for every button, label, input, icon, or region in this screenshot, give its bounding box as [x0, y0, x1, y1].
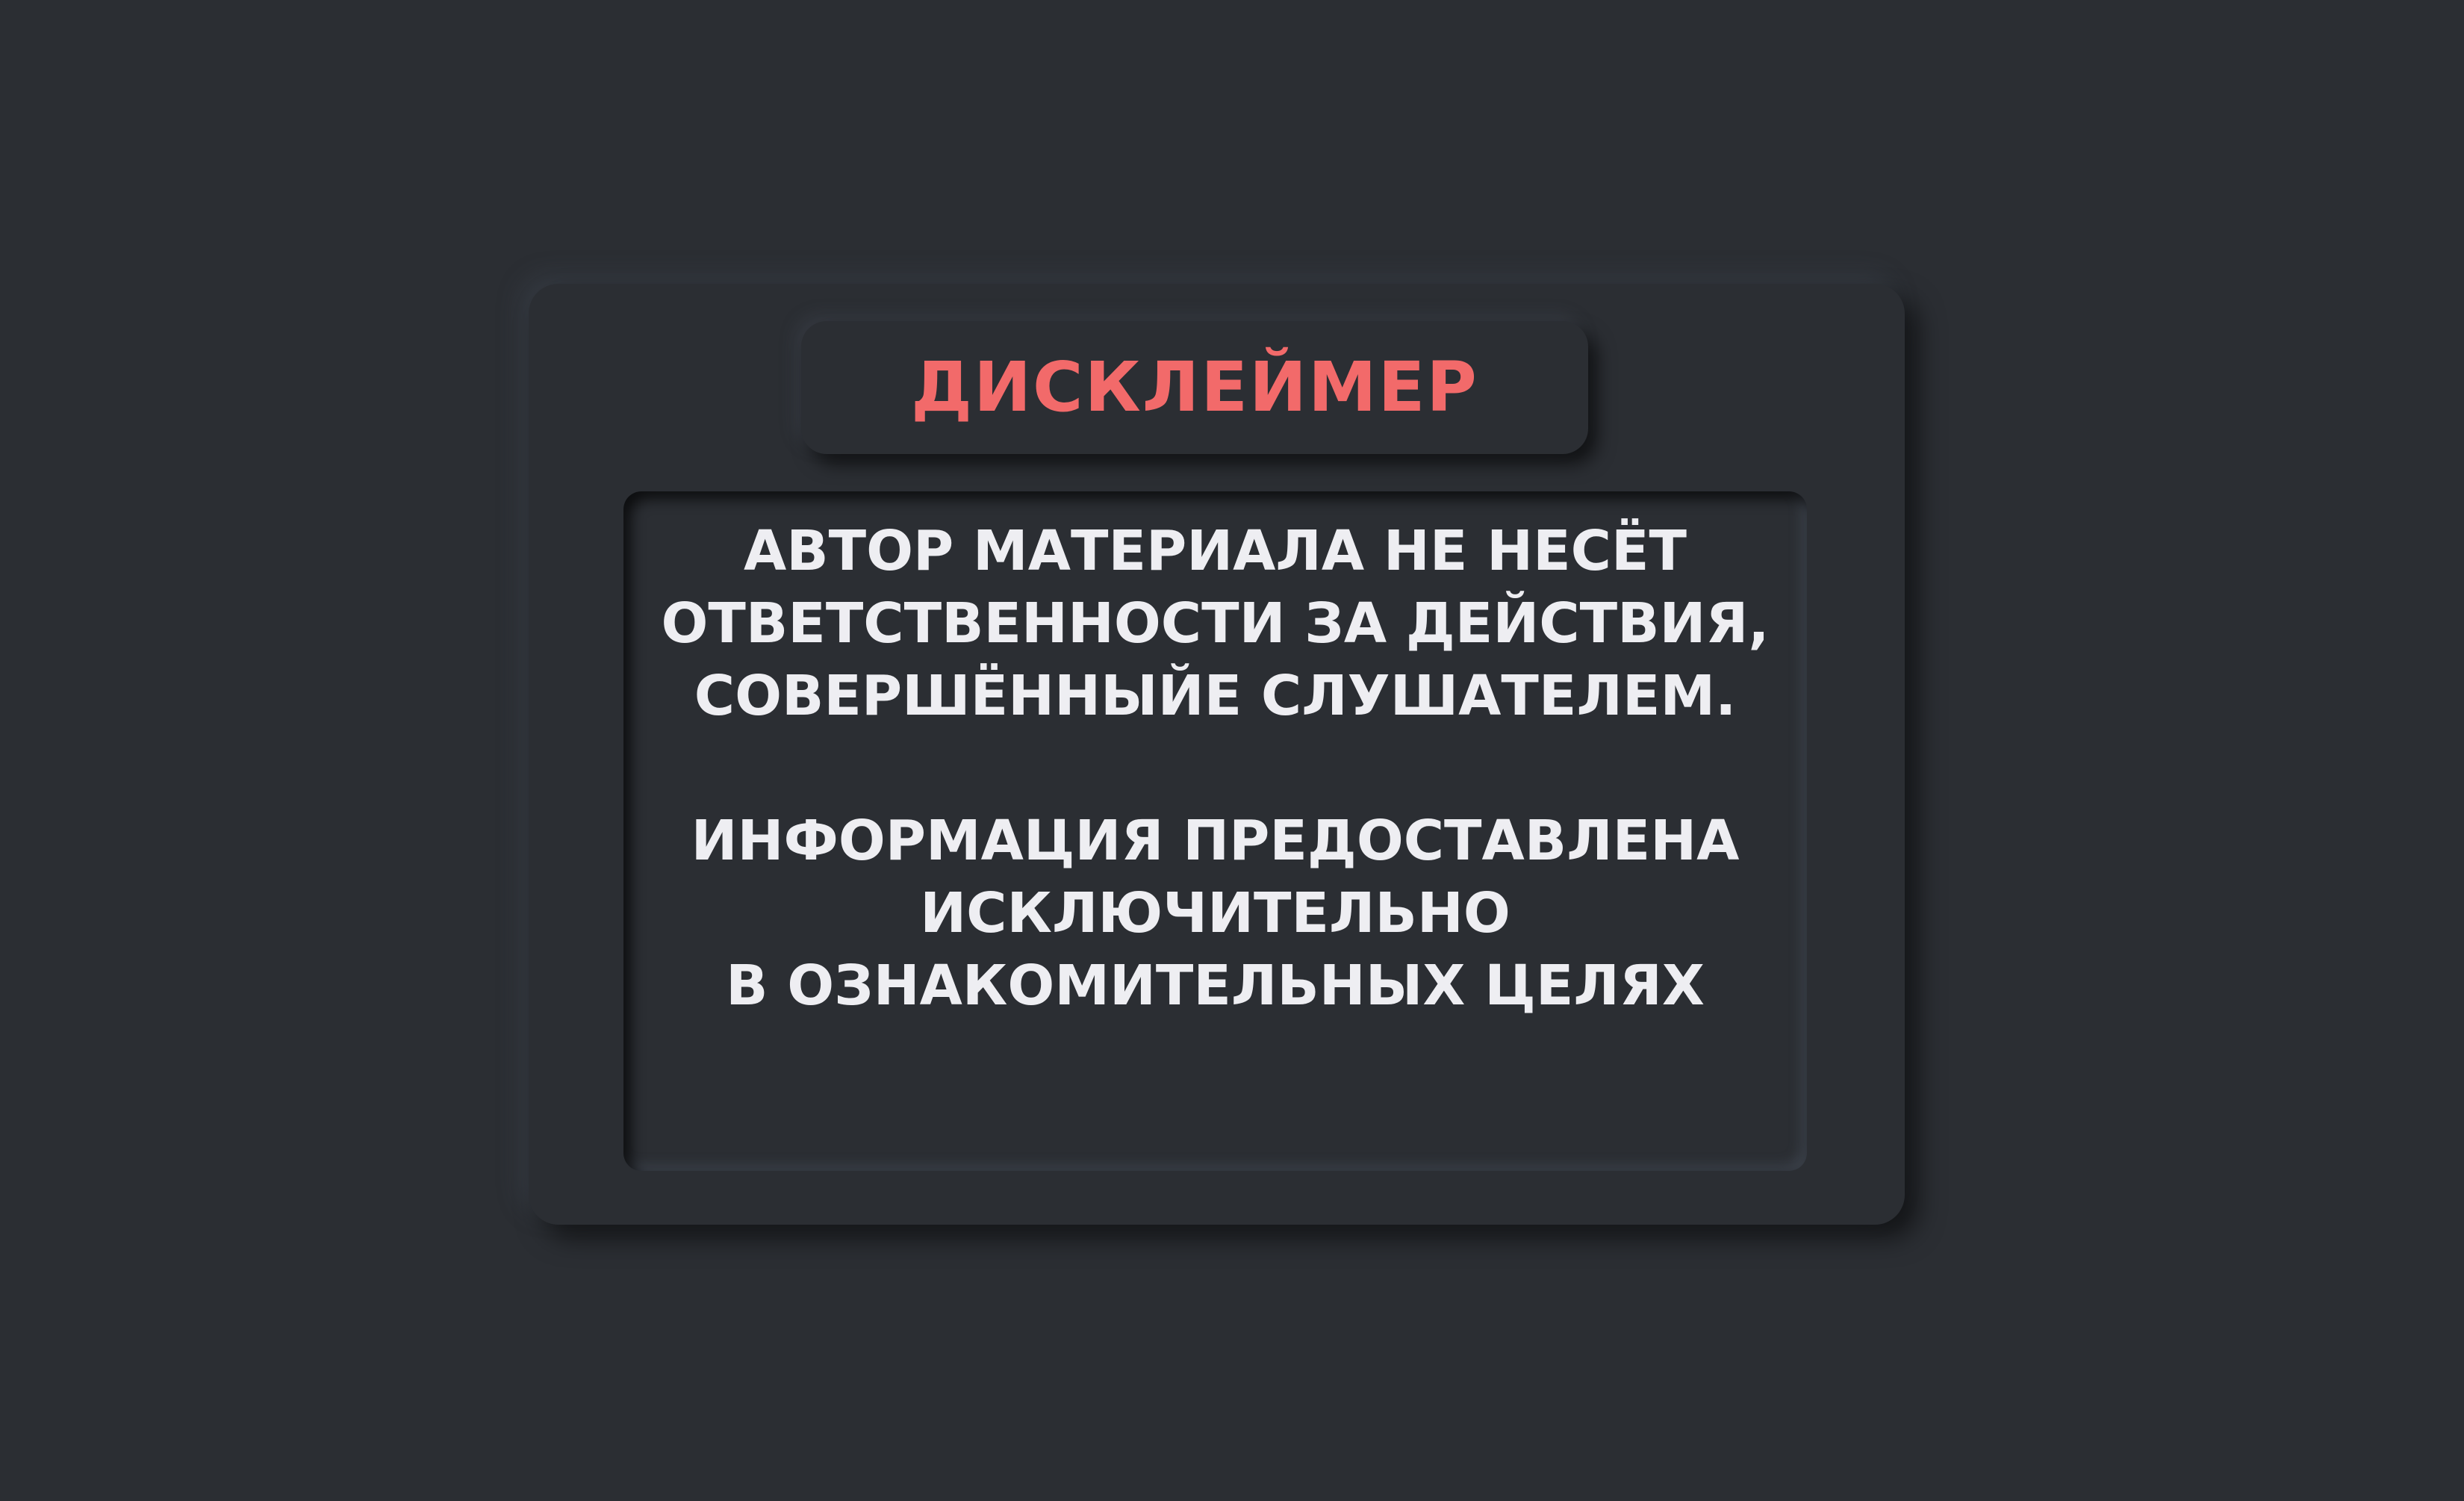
text-line: АВТОР МАТЕРИАЛА НЕ НЕСЁТ — [744, 519, 1687, 583]
text-line: ОТВЕТСТВЕННОСТИ ЗА ДЕЙСТВИЯ, — [661, 591, 1770, 656]
disclaimer-body: АВТОР МАТЕРИАЛА НЕ НЕСЁТ ОТВЕТСТВЕННОСТИ… — [623, 515, 1807, 1022]
liability-paragraph: АВТОР МАТЕРИАЛА НЕ НЕСЁТ ОТВЕТСТВЕННОСТИ… — [623, 515, 1807, 733]
disclaimer-title: ДИСКЛЕЙМЕР — [911, 347, 1478, 427]
text-line: ИСКЛЮЧИТЕЛЬНО — [920, 881, 1511, 945]
purpose-paragraph: ИНФОРМАЦИЯ ПРЕДОСТАВЛЕНА ИСКЛЮЧИТЕЛЬНО В… — [623, 805, 1807, 1022]
text-line: ИНФОРМАЦИЯ ПРЕДОСТАВЛЕНА — [691, 809, 1740, 873]
disclaimer-title-badge: ДИСКЛЕЙМЕР — [801, 321, 1588, 454]
text-line: СОВЕРШЁННЫЙЕ СЛУШАТЕЛЕМ. — [694, 664, 1737, 728]
text-line: В ОЗНАКОМИТЕЛЬНЫХ ЦЕЛЯХ — [726, 954, 1705, 1018]
